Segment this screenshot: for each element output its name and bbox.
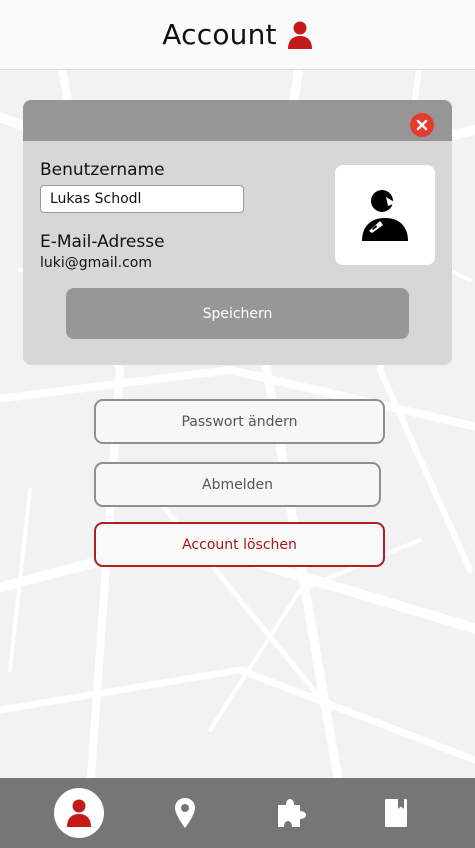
- username-label: Benutzername: [40, 160, 165, 180]
- map-pin-icon: [175, 798, 195, 828]
- avatar[interactable]: [335, 165, 435, 265]
- nav-item-account[interactable]: [54, 788, 104, 838]
- user-avatar-icon: [362, 190, 408, 241]
- user-icon: [67, 799, 91, 827]
- save-button[interactable]: Speichern: [66, 288, 409, 339]
- close-icon: [416, 119, 428, 131]
- nav-item-puzzle[interactable]: [267, 788, 317, 838]
- book-icon: [385, 799, 407, 827]
- nav-item-map[interactable]: [160, 788, 210, 838]
- page-title: Account: [162, 18, 277, 51]
- nav-item-book[interactable]: [371, 788, 421, 838]
- card-title-bar: [23, 100, 452, 141]
- delete-account-button[interactable]: Account löschen: [94, 522, 385, 567]
- logout-button[interactable]: Abmelden: [94, 462, 381, 507]
- change-password-button[interactable]: Passwort ändern: [94, 399, 385, 444]
- user-icon: [287, 20, 313, 50]
- email-value: luki@gmail.com: [40, 255, 152, 271]
- close-button[interactable]: [410, 113, 434, 137]
- account-card: Benutzername E-Mail-Adresse luki@gmail.c…: [23, 100, 452, 365]
- puzzle-icon: [278, 799, 306, 827]
- username-input[interactable]: [40, 185, 244, 213]
- email-label: E-Mail-Adresse: [40, 232, 165, 252]
- bottom-nav: [0, 778, 475, 848]
- app-header: Account: [0, 0, 475, 70]
